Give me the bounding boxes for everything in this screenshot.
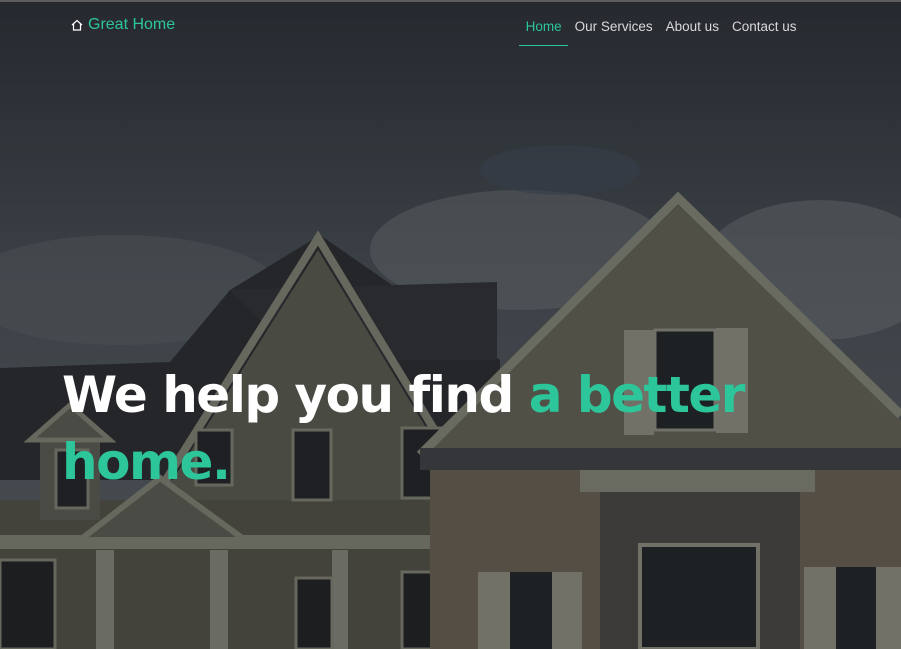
nav-item-our-services[interactable]: Our Services [568,3,659,45]
nav-menu: Home Our Services About us Contact us [519,0,803,48]
dark-overlay [0,0,901,649]
nav-item-contact-us[interactable]: Contact us [725,3,803,45]
nav-item-about-us[interactable]: About us [659,3,725,45]
brand-label: Great Home [88,16,176,33]
navbar: Great Home Home Our Services About us Co… [0,0,901,48]
brand-link[interactable]: Great Home [70,14,175,36]
hero-headline: We help you find a better home. [62,362,901,496]
nav-item-home[interactable]: Home [519,3,569,46]
headline-text: We help you find [62,366,514,424]
home-icon [71,19,83,31]
hero-background [0,0,901,649]
